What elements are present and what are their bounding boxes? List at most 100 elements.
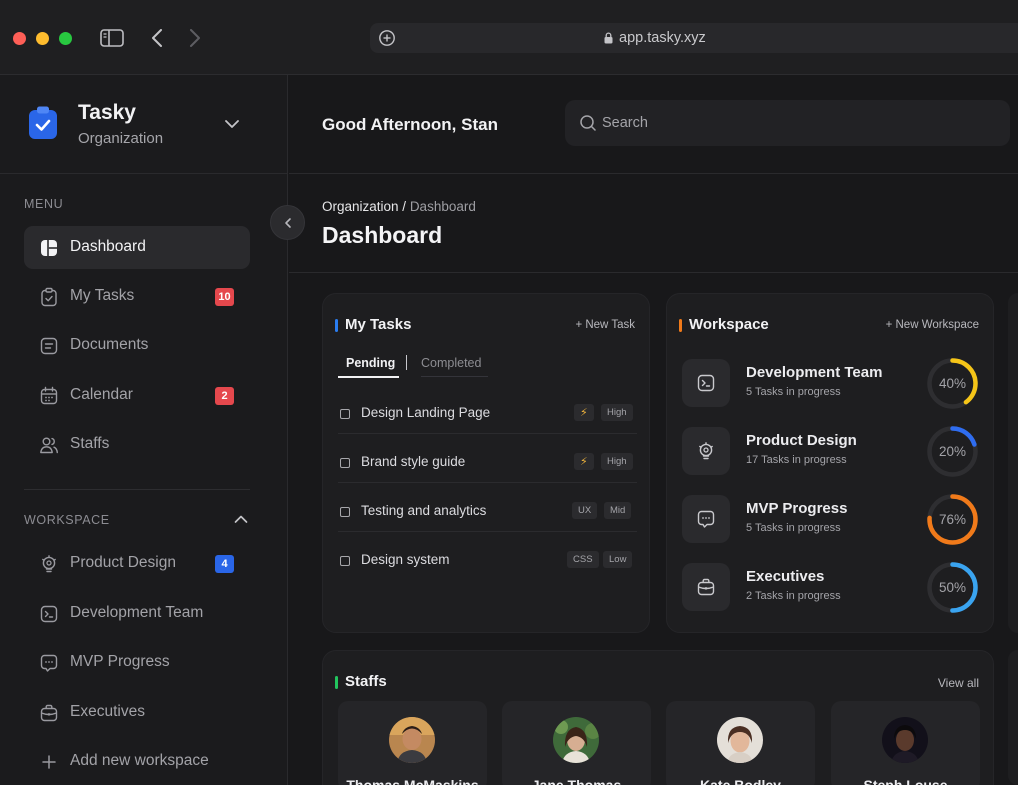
staff-card[interactable]: Jane Thomas — [502, 701, 651, 785]
brand-switcher[interactable]: Tasky Organization — [0, 75, 288, 174]
sidebar-item-product-design[interactable]: Product Design 4 — [24, 542, 250, 585]
my-tasks-card: My Tasks + New Task Pending Completed De… — [322, 293, 650, 633]
close-window-button[interactable] — [13, 32, 26, 45]
staff-card[interactable]: Thomas McMaskins — [338, 701, 487, 785]
title-accent-bar — [335, 319, 338, 332]
workspace-title-text: Workspace — [689, 316, 769, 333]
title-accent-bar — [335, 676, 338, 689]
forward-arrow-icon[interactable] — [186, 28, 204, 48]
task-checkbox[interactable] — [340, 507, 350, 517]
maximize-window-button[interactable] — [59, 32, 72, 45]
sidebar-item-label: Executives — [70, 703, 145, 720]
chat-dots-icon — [682, 495, 730, 543]
staffs-title: Staffs — [335, 673, 387, 690]
plus-icon — [39, 752, 59, 772]
title-accent-bar — [679, 319, 682, 332]
progress-percent: 50% — [938, 580, 967, 595]
sidebar-item-my-tasks[interactable]: My Tasks 10 — [24, 275, 250, 318]
priority-tag: Low — [603, 551, 633, 568]
search-placeholder: Search — [602, 115, 648, 131]
breadcrumb-root[interactable]: Organization / — [322, 199, 406, 214]
task-name: Design Landing Page — [361, 405, 491, 420]
sidebar-item-calendar[interactable]: Calendar 2 — [24, 374, 250, 417]
workspace-row[interactable]: Development Team 5 Tasks in progress 40% — [682, 357, 982, 409]
tab-inactive-line — [421, 376, 488, 377]
new-task-button[interactable]: + New Task — [575, 319, 635, 331]
avatar — [717, 717, 763, 763]
tasks-count-badge: 10 — [215, 288, 234, 306]
progress-percent: 76% — [938, 512, 967, 527]
chevron-left-icon — [284, 217, 291, 228]
breadcrumb: Organization / Dashboard — [322, 199, 476, 214]
workspace-subtitle: 17 Tasks in progress — [746, 454, 847, 466]
task-row[interactable]: Design system CSS Low — [338, 547, 637, 581]
workspace-section-label: WORKSPACE — [24, 513, 110, 527]
task-checkbox[interactable] — [340, 409, 350, 419]
search-icon — [579, 114, 597, 132]
document-icon — [39, 336, 59, 356]
terminal-icon — [682, 359, 730, 407]
new-workspace-button[interactable]: + New Workspace — [886, 319, 979, 331]
sidebar-item-mvp-progress[interactable]: MVP Progress — [24, 641, 250, 684]
product-design-count-badge: 4 — [215, 555, 234, 573]
progress-ring: 50% — [926, 561, 979, 614]
tab-separator — [406, 355, 407, 370]
workspace-row[interactable]: Executives 2 Tasks in progress 50% — [682, 561, 982, 613]
task-checkbox[interactable] — [340, 556, 350, 566]
progress-percent: 20% — [938, 444, 967, 459]
task-tabs: Pending Completed — [338, 354, 488, 378]
chevron-down-icon[interactable] — [223, 115, 241, 133]
sidebar-item-label: Documents — [70, 336, 149, 353]
tab-pending[interactable]: Pending — [346, 356, 395, 370]
sidebar-item-label: Staffs — [70, 435, 110, 452]
task-row[interactable]: Brand style guide ⚡ High — [338, 449, 637, 483]
menu-section-label: MENU — [24, 197, 64, 211]
view-all-staff-link[interactable]: View all — [938, 676, 979, 690]
browser-toolbar: app.tasky.xyz — [0, 0, 1018, 75]
workspace-row[interactable]: MVP Progress 5 Tasks in progress 76% — [682, 493, 982, 545]
task-row[interactable]: Testing and analytics UX Mid — [338, 498, 637, 532]
workspace-subtitle: 5 Tasks in progress — [746, 522, 841, 534]
sidebar-toggle-icon[interactable] — [99, 27, 125, 49]
chevron-up-icon[interactable] — [233, 511, 249, 527]
back-arrow-icon[interactable] — [148, 28, 166, 48]
chat-dots-icon — [39, 653, 59, 673]
staff-name: Kate Bodley — [700, 777, 781, 785]
sidebar-item-label: Development Team — [70, 604, 204, 621]
staff-name: Jane Thomas — [531, 777, 622, 785]
brand-subtitle: Organization — [78, 130, 164, 147]
task-checkbox[interactable] — [340, 458, 350, 468]
address-bar[interactable]: app.tasky.xyz — [370, 23, 1018, 53]
tab-completed[interactable]: Completed — [421, 356, 481, 370]
workspace-row[interactable]: Product Design 17 Tasks in progress 20% — [682, 425, 982, 477]
add-tab-icon[interactable] — [378, 29, 396, 47]
add-workspace-button[interactable]: Add new workspace — [24, 740, 250, 783]
sidebar-item-dashboard[interactable]: Dashboard — [24, 226, 250, 269]
sidebar-item-development-team[interactable]: Development Team — [24, 592, 250, 635]
add-workspace-label: Add new workspace — [70, 752, 209, 769]
sidebar-item-documents[interactable]: Documents — [24, 324, 250, 367]
minimize-window-button[interactable] — [36, 32, 49, 45]
staff-card[interactable]: Kate Bodley — [666, 701, 815, 785]
workspace-title: Workspace — [679, 316, 769, 333]
tasky-logo-icon — [28, 106, 58, 140]
collapse-sidebar-button[interactable] — [270, 205, 305, 240]
progress-percent: 40% — [938, 376, 967, 391]
search-input[interactable]: Search — [565, 100, 1010, 146]
briefcase-icon — [682, 563, 730, 611]
task-row[interactable]: Design Landing Page ⚡ High — [338, 400, 637, 434]
page-title: Dashboard — [322, 222, 443, 248]
clipboard-check-icon — [39, 287, 59, 307]
staff-name: Steph Louse — [863, 777, 948, 785]
dashboard-icon — [39, 238, 59, 258]
avatar — [882, 717, 928, 763]
priority-tag: High — [601, 453, 633, 470]
staff-card[interactable]: Steph Louse — [831, 701, 980, 785]
workspace-name: Product Design — [746, 432, 857, 449]
sidebar-item-label: MVP Progress — [70, 653, 170, 670]
sidebar-item-staffs[interactable]: Staffs — [24, 423, 250, 466]
staffs-card: Staffs View all Thomas McMaskins Jane Th… — [322, 650, 994, 785]
avatar — [553, 717, 599, 763]
sidebar-item-executives[interactable]: Executives — [24, 691, 250, 734]
staffs-title-text: Staffs — [345, 673, 387, 690]
